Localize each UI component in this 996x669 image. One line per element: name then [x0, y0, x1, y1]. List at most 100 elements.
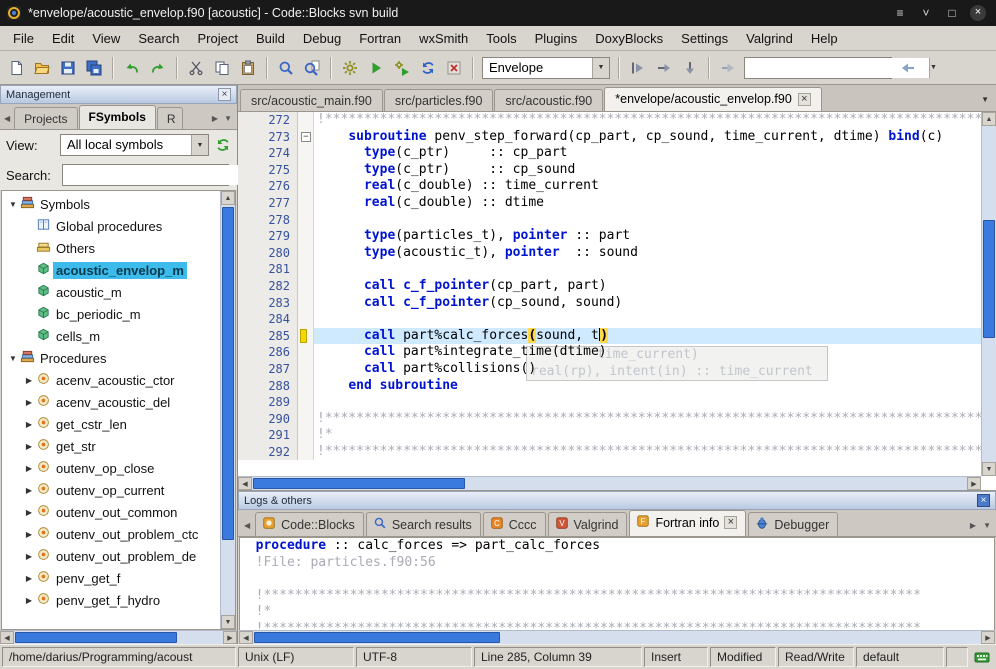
dbg-next-button[interactable] [652, 56, 676, 80]
management-tab-r[interactable]: R [156, 107, 183, 129]
save-button[interactable] [56, 56, 80, 80]
menu-edit[interactable]: Edit [43, 28, 83, 49]
tree-vertical-scrollbar[interactable]: ▲ ▼ [220, 191, 235, 629]
find-button[interactable] [274, 56, 298, 80]
expander-right-icon[interactable]: ▶ [22, 530, 36, 539]
tab-list-icon[interactable]: ▼ [981, 521, 994, 536]
scroll-up-icon[interactable]: ▲ [221, 191, 235, 205]
expander-right-icon[interactable]: ▶ [22, 376, 36, 385]
tree-item[interactable]: acoustic_envelop_m [2, 259, 220, 281]
build-run-button[interactable] [390, 56, 414, 80]
menu-valgrind[interactable]: Valgrind [737, 28, 802, 49]
code-line[interactable]: 289 [238, 394, 981, 411]
tree-horizontal-scrollbar[interactable]: ◀ ▶ [0, 630, 237, 644]
expander-right-icon[interactable]: ▶ [22, 464, 36, 473]
editor-tab[interactable]: src/acoustic_main.f90 [240, 89, 383, 111]
tree-item[interactable]: ▶ get_cstr_len [2, 413, 220, 435]
log-tab-fortran-info[interactable]: F Fortran info × [629, 510, 747, 536]
editor-vertical-scrollbar[interactable]: ▲ ▼ [981, 112, 996, 476]
tab-list-icon[interactable]: ▼ [978, 95, 994, 111]
code-line[interactable]: 278 [238, 211, 981, 229]
chevron-down-icon[interactable]: ▼ [191, 135, 208, 155]
expander-right-icon[interactable]: ▶ [22, 420, 36, 429]
code-line[interactable]: 273− subroutine penv_step_forward(cp_par… [238, 128, 981, 146]
tab-scroll-right-icon[interactable]: ▶ [210, 114, 221, 129]
close-tab-icon[interactable]: × [724, 516, 738, 529]
save-all-button[interactable] [82, 56, 106, 80]
tree-item[interactable]: ▶ penv_get_f_hydro [2, 589, 220, 611]
tree-item[interactable]: acoustic_m [2, 281, 220, 303]
code-line[interactable]: 274 type(c_ptr) :: cp_part [238, 145, 981, 162]
code-line[interactable]: 288 end subroutine [238, 377, 981, 395]
scroll-down-icon[interactable]: ▼ [982, 462, 996, 476]
code-line[interactable]: 272 !************************************… [238, 112, 981, 129]
rebuild-button[interactable] [416, 56, 440, 80]
code-line[interactable]: 292 !************************************… [238, 443, 981, 461]
tree-item[interactable]: ▶ outenv_out_common [2, 501, 220, 523]
menu-search[interactable]: Search [129, 28, 188, 49]
redo-button[interactable] [146, 56, 170, 80]
menu-settings[interactable]: Settings [672, 28, 737, 49]
toolbar-search-field[interactable]: ▼ [744, 56, 937, 79]
editor-tab[interactable]: src/particles.f90 [383, 89, 494, 111]
log-tab-search-results[interactable]: Search results [365, 512, 481, 536]
expander-right-icon[interactable]: ▶ [22, 486, 36, 495]
tree-item[interactable]: ▶ acenv_acoustic_ctor [2, 369, 220, 391]
log-tab-cccc[interactable]: C Cccc [482, 512, 546, 536]
minimize-icon[interactable]: ˅ [918, 6, 934, 20]
fold-collapse-icon[interactable]: − [301, 131, 311, 142]
copy-button[interactable] [210, 56, 234, 80]
code-editor[interactable]: 272 !************************************… [238, 112, 996, 490]
scroll-right-icon[interactable]: ▶ [981, 631, 995, 644]
scroll-left-icon[interactable]: ◀ [0, 631, 14, 644]
management-tab-fsymbols[interactable]: FSymbols [78, 105, 156, 129]
menu-doxyblocks[interactable]: DoxyBlocks [586, 28, 672, 49]
paste-button[interactable] [236, 56, 260, 80]
new-file-button[interactable] [4, 56, 28, 80]
code-line[interactable]: 277 real(c_double) :: dtime [238, 194, 981, 212]
run-button[interactable] [364, 56, 388, 80]
tree-item[interactable]: ▶ outenv_out_problem_de [2, 545, 220, 567]
menu-view[interactable]: View [83, 28, 129, 49]
refresh-symbols-icon[interactable] [215, 137, 231, 153]
view-combo[interactable]: All local symbols ▼ [60, 134, 209, 156]
undo-button[interactable] [120, 56, 144, 80]
chevron-down-icon[interactable]: ▼ [929, 57, 937, 78]
scrollbar-thumb[interactable] [983, 220, 995, 338]
code-line[interactable]: 282 call c_f_pointer(cp_part, part) [238, 277, 981, 295]
code-line[interactable]: 279 type(particles_t), pointer :: part [238, 228, 981, 245]
code-line[interactable]: 285 call part%calc_forces(sound, t) [238, 327, 981, 345]
expander-right-icon[interactable]: ▶ [22, 508, 36, 517]
open-file-button[interactable] [30, 56, 54, 80]
expander-right-icon[interactable]: ▶ [22, 596, 36, 605]
dbg-cont-button[interactable] [716, 56, 740, 80]
tree-item[interactable]: bc_periodic_m [2, 303, 220, 325]
code-line[interactable]: 290 !************************************… [238, 410, 981, 428]
tree-item[interactable]: ▶ acenv_acoustic_del [2, 391, 220, 413]
tab-scroll-right-icon[interactable]: ▶ [968, 521, 979, 536]
scrollbar-thumb[interactable] [15, 632, 177, 643]
editor-tab[interactable]: src/acoustic.f90 [494, 89, 604, 111]
maximize-icon[interactable]: □ [944, 6, 960, 20]
tree-item[interactable]: Others [2, 237, 220, 259]
tab-list-icon[interactable]: ▼ [222, 114, 235, 129]
editor-tab[interactable]: *envelope/acoustic_envelop.f90 × [604, 87, 822, 111]
log-tab-valgrind[interactable]: V Valgrind [547, 512, 628, 536]
menu-file[interactable]: File [4, 28, 43, 49]
tree-item[interactable]: Global procedures [2, 215, 220, 237]
management-close-icon[interactable]: × [218, 88, 231, 101]
menu-build[interactable]: Build [247, 28, 294, 49]
tab-scroll-left-icon[interactable]: ◀ [242, 521, 253, 536]
tree-item[interactable]: ▶ outenv_op_current [2, 479, 220, 501]
code-line[interactable]: 284 [238, 311, 981, 328]
build-button[interactable] [338, 56, 362, 80]
build-target-combo[interactable]: Envelope ▼ [482, 56, 610, 79]
expander-right-icon[interactable]: ▶ [22, 398, 36, 407]
code-line[interactable]: 281 [238, 261, 981, 278]
menu-project[interactable]: Project [189, 28, 247, 49]
tree-item[interactable]: ▶ outenv_out_problem_ctc [2, 523, 220, 545]
menu-help[interactable]: Help [802, 28, 847, 49]
dbg-run-to-button[interactable] [626, 56, 650, 80]
close-tab-icon[interactable]: × [797, 92, 811, 106]
scroll-right-icon[interactable]: ▶ [967, 477, 981, 490]
